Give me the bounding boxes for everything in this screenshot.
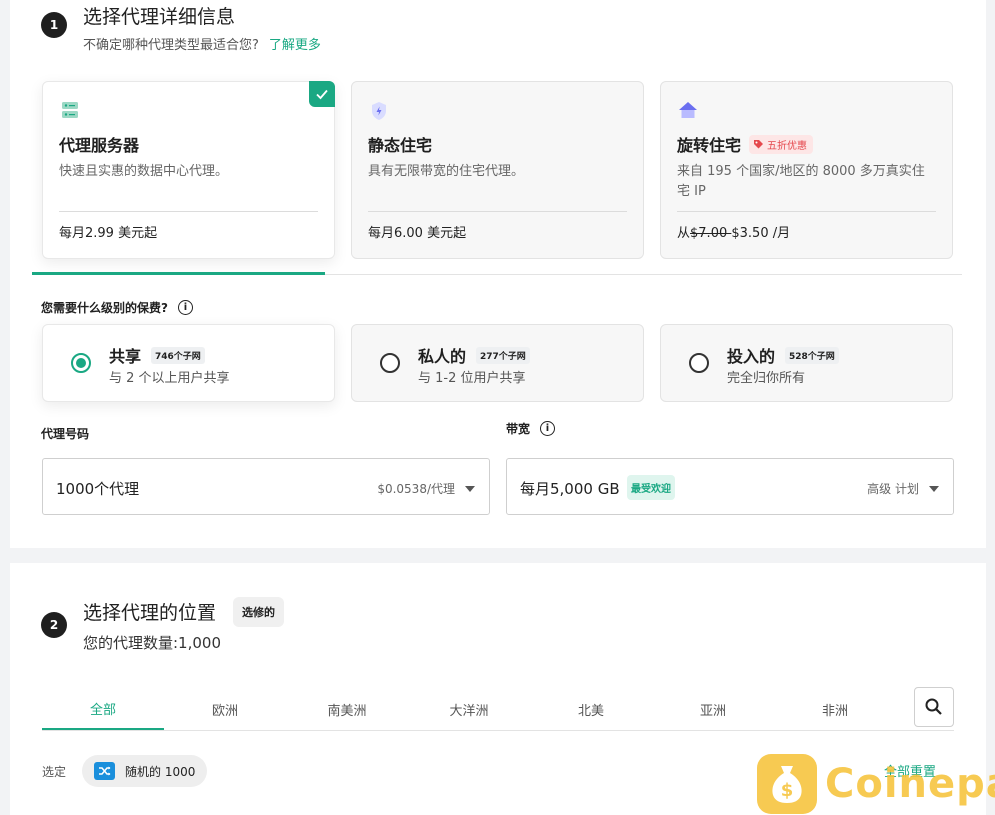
tab-all[interactable]: 全部 bbox=[42, 688, 164, 730]
search-icon bbox=[925, 698, 942, 715]
proxy-type-name: 代理服务器 bbox=[59, 136, 140, 155]
step-2-subtitle: 您的代理数量:1,000 bbox=[83, 634, 221, 652]
proxy-type-desc: 具有无限带宽的住宅代理。 bbox=[368, 164, 525, 179]
house-icon bbox=[677, 100, 699, 122]
optional-badge: 选修的 bbox=[233, 597, 284, 627]
tier-name: 投入的 528个子网 bbox=[727, 343, 839, 367]
watermark-text: Coinepay bbox=[825, 761, 995, 807]
step-1-number: 1 bbox=[41, 12, 67, 38]
proxy-type-name-text: 旋转住宅 bbox=[677, 136, 742, 155]
divider bbox=[368, 211, 627, 212]
search-button[interactable] bbox=[914, 687, 954, 727]
tab-south-america[interactable]: 南美洲 bbox=[286, 688, 408, 730]
proxy-type-price: 每月2.99 美元起 bbox=[59, 226, 158, 241]
money-bag-icon: $ bbox=[757, 754, 817, 814]
info-icon[interactable]: i bbox=[177, 300, 193, 315]
price-old: $7.00 bbox=[690, 226, 732, 241]
chip-label: 随机的 1000 bbox=[125, 764, 196, 779]
step-2-title: 选择代理的位置 bbox=[83, 602, 217, 624]
proxy-type-datacenter[interactable]: 代理服务器 快速且实惠的数据中心代理。 每月2.99 美元起 bbox=[42, 81, 335, 259]
region-tabs: 全部 欧洲 南美洲 大洋洲 北美 亚洲 非洲 bbox=[42, 688, 922, 732]
step-1-subtitle: 不确定哪种代理类型最适合您? 了解更多 bbox=[83, 34, 321, 53]
shuffle-icon bbox=[94, 762, 115, 780]
proxy-count-value: 1000个代理 bbox=[56, 480, 140, 498]
tier-desc: 与 2 个以上用户共享 bbox=[109, 371, 230, 386]
premium-level-text: 您需要什么级别的保费? bbox=[41, 301, 168, 315]
bandwidth-select[interactable]: 每月5,000 GB 最受欢迎 高级 计划 bbox=[506, 458, 954, 515]
unit-price: $0.0538/代理 bbox=[377, 482, 455, 496]
server-icon bbox=[59, 100, 81, 122]
proxy-type-rotating-residential[interactable]: 旋转住宅 五折优惠 来自 195 个国家/地区的 8000 多万真实住宅 IP … bbox=[660, 81, 953, 259]
proxy-type-desc: 来自 195 个国家/地区的 8000 多万真实住宅 IP bbox=[677, 164, 925, 199]
premium-level-label: 您需要什么级别的保费? i bbox=[41, 299, 193, 316]
proxy-count-select[interactable]: 1000个代理 $0.0538/代理 bbox=[42, 458, 490, 515]
region-tabs-underline bbox=[42, 730, 954, 731]
tab-europe[interactable]: 欧洲 bbox=[164, 688, 286, 730]
proxy-count-label: 代理号码 bbox=[41, 427, 90, 441]
divider bbox=[677, 211, 936, 212]
step-1-title: 选择代理详细信息 bbox=[83, 6, 236, 28]
tag-icon bbox=[754, 139, 764, 148]
proxy-type-desc: 快速且实惠的数据中心代理。 bbox=[59, 164, 229, 179]
tier-subnet-count: 528个子网 bbox=[785, 346, 839, 364]
selected-location-chip[interactable]: 随机的 1000 bbox=[82, 755, 207, 787]
selected-label: 选定 bbox=[42, 765, 67, 779]
selected-check-icon bbox=[309, 81, 335, 107]
proxy-type-active-indicator bbox=[32, 272, 325, 275]
proxy-type-name: 静态住宅 bbox=[368, 136, 433, 155]
shield-icon bbox=[368, 100, 390, 122]
chevron-down-icon bbox=[465, 485, 475, 492]
info-icon[interactable]: i bbox=[540, 421, 556, 436]
radio-button[interactable] bbox=[71, 353, 91, 373]
tier-name-text: 共享 bbox=[109, 347, 142, 366]
tier-name: 私人的 277个子网 bbox=[418, 343, 530, 367]
discount-badge-text: 五折优惠 bbox=[767, 140, 808, 152]
proxy-type-price: 从$7.00 $3.50 /月 bbox=[677, 222, 790, 241]
tier-name-text: 私人的 bbox=[418, 347, 467, 366]
bandwidth-label-text: 带宽 bbox=[506, 422, 531, 436]
tier-desc: 与 1-2 位用户共享 bbox=[418, 371, 526, 386]
tier-desc: 完全归你所有 bbox=[727, 371, 806, 386]
tier-shared[interactable]: 共享 746个子网 与 2 个以上用户共享 bbox=[42, 324, 335, 402]
price-new: $3.50 /月 bbox=[731, 226, 791, 241]
step-2-number: 2 bbox=[41, 612, 67, 638]
svg-text:$: $ bbox=[781, 780, 794, 801]
tier-name-text: 投入的 bbox=[727, 347, 776, 366]
proxy-type-name: 旋转住宅 五折优惠 bbox=[677, 132, 814, 156]
coinepay-watermark: $ Coinepay bbox=[757, 754, 995, 814]
proxy-type-price: 每月6.00 美元起 bbox=[368, 226, 467, 241]
tier-subnet-count: 746个子网 bbox=[151, 346, 205, 364]
popular-badge: 最受欢迎 bbox=[627, 475, 675, 500]
tab-asia[interactable]: 亚洲 bbox=[652, 688, 774, 730]
bandwidth-label: 带宽 i bbox=[506, 420, 556, 437]
proxy-count-right: $0.0538/代理 bbox=[377, 480, 475, 497]
proxy-type-static-residential[interactable]: 静态住宅 具有无限带宽的住宅代理。 每月6.00 美元起 bbox=[351, 81, 644, 259]
tab-north-america[interactable]: 北美 bbox=[530, 688, 652, 730]
chevron-down-icon bbox=[929, 485, 939, 492]
divider bbox=[59, 211, 318, 212]
tier-private[interactable]: 私人的 277个子网 与 1-2 位用户共享 bbox=[351, 324, 644, 402]
tab-africa[interactable]: 非洲 bbox=[774, 688, 896, 730]
learn-more-link[interactable]: 了解更多 bbox=[269, 38, 321, 53]
radio-button[interactable] bbox=[689, 353, 709, 373]
plan-label: 高级 计划 bbox=[867, 482, 919, 496]
step-1-subtitle-text: 不确定哪种代理类型最适合您? bbox=[83, 38, 259, 53]
discount-badge: 五折优惠 bbox=[749, 134, 814, 154]
tier-subnet-count: 277个子网 bbox=[476, 346, 530, 364]
tier-name: 共享 746个子网 bbox=[109, 343, 205, 367]
price-prefix: 从 bbox=[677, 226, 691, 241]
tier-dedicated[interactable]: 投入的 528个子网 完全归你所有 bbox=[660, 324, 953, 402]
tab-oceania[interactable]: 大洋洲 bbox=[408, 688, 530, 730]
bandwidth-right: 高级 计划 bbox=[867, 480, 939, 497]
bandwidth-value: 每月5,000 GB bbox=[520, 480, 620, 498]
radio-button[interactable] bbox=[380, 353, 400, 373]
